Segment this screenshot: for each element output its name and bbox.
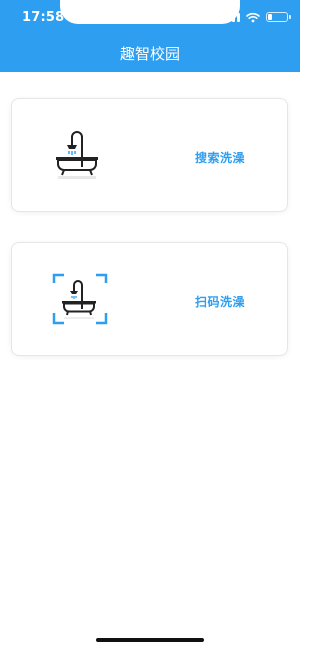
battery-level: [268, 14, 272, 20]
search-bath-card[interactable]: 搜索洗澡: [11, 98, 288, 212]
device-notch: [60, 0, 240, 24]
page-title: 趣智校园: [119, 45, 180, 63]
status-icons: [222, 10, 291, 24]
home-indicator[interactable]: [96, 638, 204, 642]
cellular-signal-icon: [222, 12, 240, 22]
wifi-icon: [246, 12, 260, 22]
bathtub-shower-icon: [56, 131, 98, 179]
search-bath-label: 搜索洗澡: [194, 151, 245, 165]
scan-bathtub-icon: [52, 273, 108, 325]
scan-bath-card[interactable]: 扫码洗澡: [11, 242, 288, 356]
status-time: 17:58: [22, 10, 65, 25]
scan-bath-label: 扫码洗澡: [194, 295, 245, 309]
battery-icon: [266, 12, 291, 22]
app-header: 17:58 趣智校园: [0, 0, 300, 72]
